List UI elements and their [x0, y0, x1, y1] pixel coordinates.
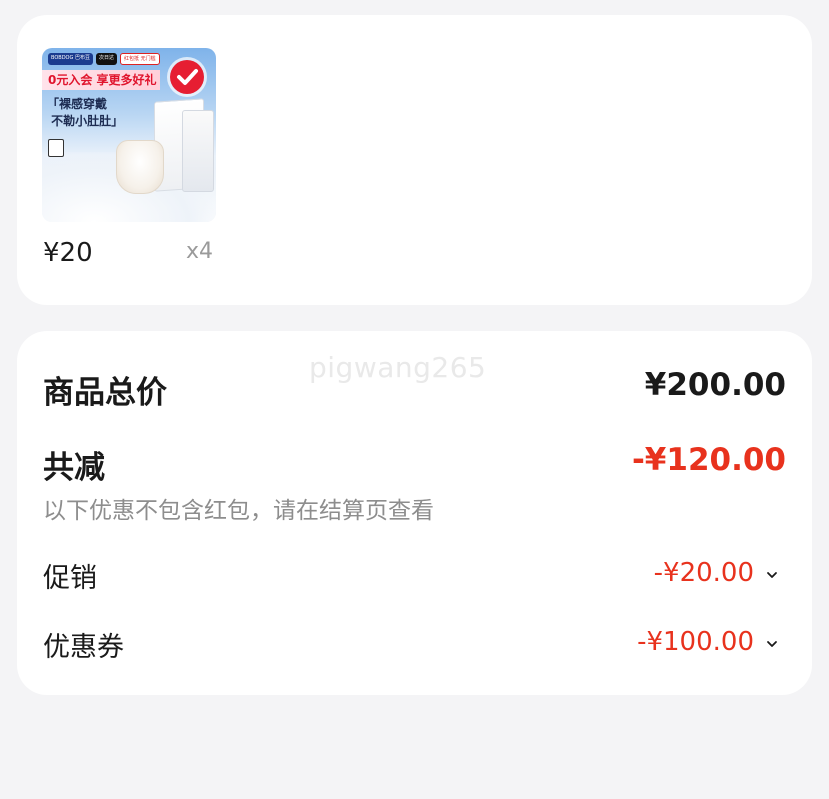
discount-total-value: -¥120.00 [631, 442, 786, 478]
chevron-down-icon[interactable] [765, 637, 779, 651]
total-price-value: ¥200.00 [644, 367, 786, 403]
coupon-value[interactable]: -¥100.00 [637, 627, 754, 657]
thumbnail-package-box [182, 110, 214, 192]
product-card: BOBDOG 巴布豆 次日达 红包抵 无门槛 0元入会 享更多好礼 「裸感穿戴 … [17, 15, 812, 305]
promo-label: 促销 [43, 563, 97, 594]
product-thumbnail[interactable]: BOBDOG 巴布豆 次日达 红包抵 无门槛 0元入会 享更多好礼 「裸感穿戴 … [42, 48, 216, 222]
promo-value[interactable]: -¥20.00 [654, 558, 754, 588]
price-summary-card: pigwang265 商品总价 ¥200.00 共减 -¥120.00 以下优惠… [17, 331, 812, 695]
check-circle-icon [170, 60, 204, 94]
thumbnail-banner: 0元入会 享更多好礼 [42, 70, 160, 90]
thumbnail-tag-redpacket: 红包抵 无门槛 [119, 53, 160, 65]
thumbnail-tag-delivery: 次日达 [95, 53, 117, 65]
discount-note: 以下优惠不包含红包，请在结算页查看 [43, 498, 434, 524]
watermark-text: pigwang265 [309, 351, 487, 384]
discount-total-label: 共减 [43, 450, 105, 486]
coupon-label: 优惠券 [43, 632, 124, 663]
chevron-down-icon[interactable] [765, 568, 779, 582]
thumbnail-slogan: 「裸感穿戴 不勒小肚肚」 [47, 97, 124, 128]
thumbnail-badge-icon [48, 139, 64, 157]
product-price: ¥20 [43, 238, 93, 268]
thumbnail-tag-brand: BOBDOG 巴布豆 [48, 53, 93, 65]
total-price-label: 商品总价 [43, 375, 167, 411]
thumbnail-tags: BOBDOG 巴布豆 次日达 红包抵 无门槛 [48, 53, 160, 65]
product-quantity: x4 [186, 239, 214, 264]
thumbnail-diaper [116, 140, 164, 194]
